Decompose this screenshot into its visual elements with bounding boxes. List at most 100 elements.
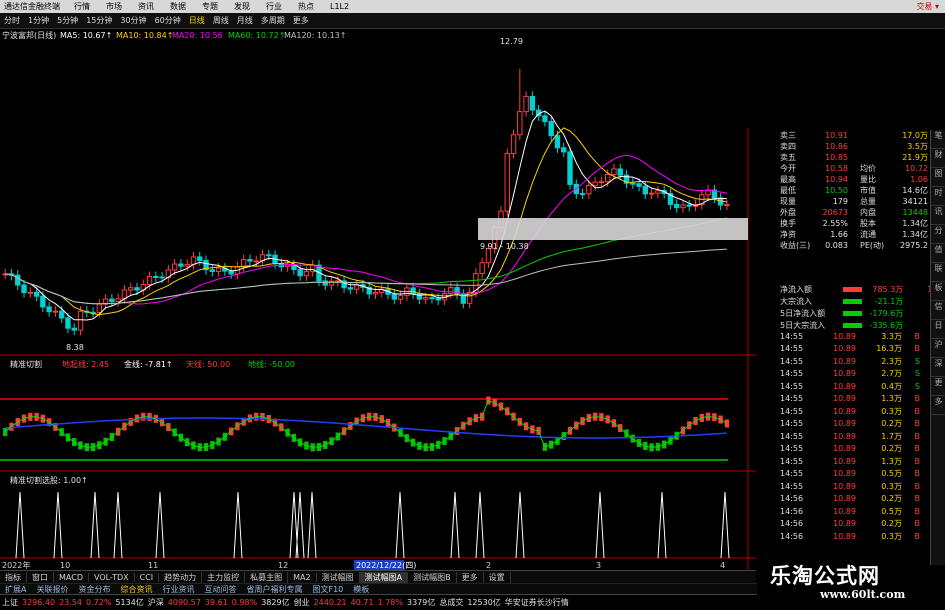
candle[interactable] — [159, 276, 165, 279]
candle[interactable] — [504, 153, 510, 212]
indicator-tab[interactable]: 设置 — [484, 572, 511, 583]
tick-row[interactable]: 14:55 10.89 0.4万 S — [780, 380, 945, 393]
candle[interactable] — [548, 120, 554, 137]
menu-item-news[interactable]: 资讯 — [130, 1, 162, 12]
sidebar-button[interactable]: 时 — [931, 187, 945, 206]
candle[interactable] — [71, 327, 77, 331]
signal-spike[interactable] — [475, 491, 485, 559]
candle[interactable] — [510, 134, 517, 155]
tick-list[interactable]: 14:55 10.89 3.3万 B 14:55 10.89 16.3万 B 14:55 10.8… — [780, 330, 945, 543]
tick-row[interactable]: 14:55 10.89 0.3万 B — [780, 480, 945, 493]
candlestick-chart[interactable]: 12.79 8.38 9.91 - 10.38 — [2, 37, 748, 352]
period-60min[interactable]: 60分钟 — [151, 15, 185, 26]
sidebar-button[interactable]: 日 — [931, 320, 945, 339]
candle[interactable] — [209, 269, 215, 272]
candle[interactable] — [448, 287, 454, 295]
sidebar-button[interactable]: 深 — [931, 358, 945, 377]
candle[interactable] — [586, 184, 592, 195]
tick-row[interactable]: 14:55 10.89 2.7万 S — [780, 368, 945, 381]
signal-spike[interactable] — [515, 491, 525, 559]
candle[interactable] — [561, 147, 567, 153]
candle[interactable] — [109, 298, 115, 302]
sidebar-button[interactable]: 更 — [931, 377, 945, 396]
candle[interactable] — [52, 310, 59, 313]
candle[interactable] — [65, 317, 71, 329]
signal-spike[interactable] — [90, 491, 100, 559]
tick-row[interactable]: 14:56 10.89 0.3万 B — [780, 530, 945, 543]
tick-row[interactable]: 14:55 10.89 0.2万 B — [780, 418, 945, 431]
candle[interactable] — [604, 174, 611, 183]
tick-row[interactable]: 14:55 10.89 1.3万 B — [780, 393, 945, 406]
candle[interactable] — [228, 270, 234, 275]
signal-spike[interactable] — [113, 491, 123, 559]
candle[interactable] — [96, 303, 103, 313]
signal-spike[interactable] — [395, 491, 405, 559]
candle[interactable] — [648, 192, 655, 195]
candle[interactable] — [134, 287, 140, 291]
period-multi[interactable]: 多周期 — [257, 15, 289, 26]
candle[interactable] — [247, 259, 253, 262]
candle[interactable] — [630, 182, 636, 185]
candle[interactable] — [567, 151, 573, 185]
period-daily[interactable]: 日线 — [185, 15, 209, 26]
signal-spike[interactable] — [450, 491, 460, 559]
signal-spike[interactable] — [53, 491, 63, 559]
candle[interactable] — [592, 181, 598, 186]
indicator-tab[interactable]: 指标 — [0, 572, 27, 583]
sidebar-button[interactable]: 讯 — [931, 206, 945, 225]
period-monthly[interactable]: 月线 — [233, 15, 257, 26]
period-30min[interactable]: 30分钟 — [116, 15, 150, 26]
candle[interactable] — [197, 256, 203, 261]
tick-row[interactable]: 14:56 10.89 0.2万 B — [780, 518, 945, 531]
signal-spike[interactable] — [595, 491, 605, 559]
candle[interactable] — [77, 310, 84, 331]
candle[interactable] — [391, 293, 397, 300]
candle[interactable] — [328, 280, 335, 286]
indicator-jingzhun-qiege[interactable] — [0, 396, 730, 461]
sidebar-button[interactable]: 分 — [931, 225, 945, 244]
indicator-tab[interactable]: VOL-TDX — [89, 573, 135, 582]
menu-item-topics[interactable]: 专题 — [194, 1, 226, 12]
candle[interactable] — [429, 297, 435, 300]
candle[interactable] — [598, 181, 605, 184]
menu-item-data[interactable]: 数据 — [162, 1, 194, 12]
candle[interactable] — [617, 168, 623, 176]
menu-item-discover[interactable]: 发现 — [226, 1, 258, 12]
candle[interactable] — [642, 185, 649, 195]
indicator-selection-signal[interactable] — [15, 491, 730, 559]
sidebar-button[interactable]: 值 — [931, 244, 945, 263]
candle[interactable] — [215, 267, 222, 272]
candle[interactable] — [529, 95, 536, 111]
candle[interactable] — [454, 287, 460, 295]
candle[interactable] — [322, 280, 328, 286]
signal-spike[interactable] — [720, 491, 730, 559]
sidebar-button[interactable]: 多 — [931, 396, 945, 415]
candle[interactable] — [554, 135, 561, 149]
candle[interactable] — [153, 276, 159, 279]
sidebar-button[interactable]: 图 — [931, 168, 945, 187]
candle[interactable] — [266, 254, 272, 257]
candle[interactable] — [335, 280, 341, 283]
candle[interactable] — [517, 111, 523, 136]
chart-area[interactable]: 12.79 8.38 9.91 - 10.38 11.2511.0010.7510.… — [0, 28, 756, 570]
signal-spike[interactable] — [657, 491, 667, 559]
candle[interactable] — [190, 256, 197, 265]
tick-row[interactable]: 14:55 10.89 0.5万 B — [780, 468, 945, 481]
sidebar-button[interactable]: 沪 — [931, 339, 945, 358]
candle[interactable] — [115, 298, 121, 302]
period-1min[interactable]: 1分钟 — [24, 15, 53, 26]
candle[interactable] — [46, 306, 52, 313]
indicator-tab[interactable]: 测试幅图 — [317, 572, 360, 583]
candle[interactable] — [240, 259, 247, 268]
signal-spike[interactable] — [15, 491, 25, 559]
candle[interactable] — [397, 295, 404, 300]
candle[interactable] — [253, 260, 259, 263]
indicator-tab[interactable]: CCI — [135, 573, 160, 582]
tick-row[interactable]: 14:56 10.89 0.5万 B — [780, 505, 945, 518]
indicator-tab[interactable]: 更多 — [457, 572, 484, 583]
period-more[interactable]: 更多 — [289, 15, 313, 26]
tick-row[interactable]: 14:55 10.89 0.2万 B — [780, 443, 945, 456]
indicator-tab[interactable]: 趋势动力 — [159, 572, 203, 583]
menu-item-quotes[interactable]: 行情 — [66, 1, 98, 12]
candle[interactable] — [579, 193, 586, 196]
